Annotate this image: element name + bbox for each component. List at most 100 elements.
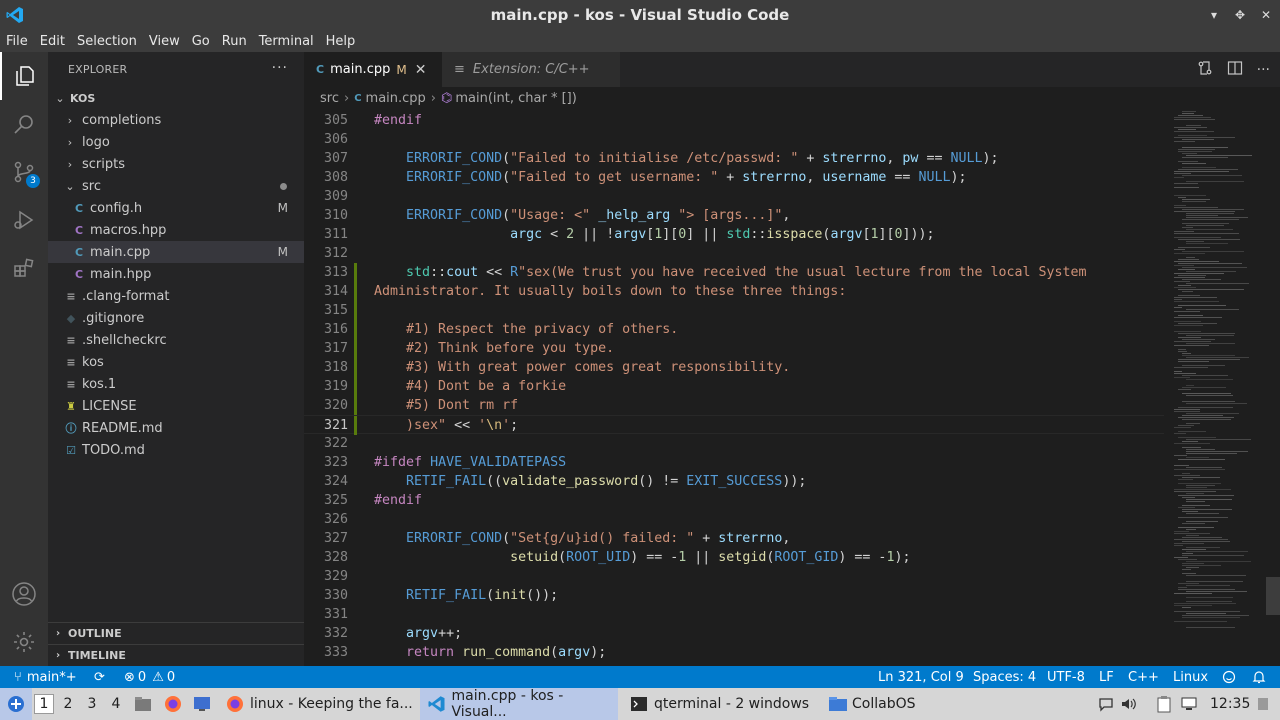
eol-status[interactable]: LF [1099,666,1114,688]
minimap-slider[interactable] [1266,577,1280,615]
tab-extension-cpp[interactable]: ≡ Extension: C/C++ [442,52,620,87]
more-actions-icon[interactable]: ··· [1257,62,1270,78]
more-actions-icon[interactable]: ··· [272,60,288,76]
minimap-line [1182,477,1220,478]
minimap-line [1182,497,1195,498]
git-added-marker [354,301,357,320]
line-number: 306 [323,132,348,147]
tree-item-completions[interactable]: › completions [48,109,304,131]
firefox-icon[interactable] [164,688,184,720]
minimap-line [1174,371,1182,372]
account-icon[interactable] [0,570,48,618]
maximize-icon[interactable]: ✥ [1232,7,1248,23]
breadcrumb-folder[interactable]: src [320,91,339,106]
explorer-icon[interactable] [0,52,48,100]
workspace-1[interactable]: 1 [34,694,54,714]
minimap-line [1174,545,1183,546]
platform-status[interactable]: Linux [1173,666,1208,688]
workspace-3[interactable]: 3 [82,694,102,714]
tree-item-kos[interactable]: ≡ kos [48,351,304,373]
menu-view[interactable]: View [145,34,184,49]
tree-root-kos[interactable]: ⌄ KOS [48,87,304,109]
language-mode[interactable]: C++ [1128,666,1159,688]
minimap-line [1174,183,1198,184]
menu-go[interactable]: Go [188,34,214,49]
tree-item-license[interactable]: ♜ LICENSE [48,395,304,417]
minimap-line [1178,389,1191,390]
tree-item-clang-format[interactable]: ≡ .clang-format [48,285,304,307]
minimap-line [1174,311,1200,312]
minimap-line [1182,365,1225,366]
minimap-line [1174,261,1219,262]
open-changes-icon[interactable] [1197,60,1213,80]
taskbar-window-collabos[interactable]: CollabOS [824,688,944,720]
tree-item-main-hpp[interactable]: C main.hpp [48,263,304,285]
run-debug-icon[interactable] [0,196,48,244]
minimap-line [1186,499,1232,500]
menu-selection[interactable]: Selection [73,34,141,49]
close-icon[interactable]: ✕ [1258,7,1274,23]
tree-item-gitignore[interactable]: ◆ .gitignore [48,307,304,329]
clipboard-icon[interactable] [1156,688,1176,720]
minimap-line [1178,483,1221,484]
minimap-line [1182,473,1190,474]
network-icon[interactable] [1180,688,1200,720]
indentation-status[interactable]: Spaces: 4 [973,666,1036,688]
clock[interactable]: 12:35 [1210,688,1250,720]
minimize-icon[interactable]: ▾ [1206,7,1222,23]
tree-item-src[interactable]: ⌄ src [48,175,304,197]
minimap-line [1178,135,1207,136]
sync-icon[interactable]: ⟳ [94,666,105,688]
git-branch-status[interactable]: ⑂ main*+ [14,666,77,688]
minimap-line [1182,279,1221,280]
vscode-logo-icon[interactable] [0,0,30,30]
tree-item-kos-1[interactable]: ≡ kos.1 [48,373,304,395]
desktop-icon[interactable] [193,688,215,720]
settings-gear-icon[interactable] [0,618,48,666]
tab-main-cpp[interactable]: C main.cpp M ✕ [304,52,442,87]
info-icon: ⓘ [65,422,77,435]
menu-file[interactable]: File [2,34,32,49]
split-editor-icon[interactable] [1227,60,1243,80]
menu-terminal[interactable]: Terminal [255,34,318,49]
close-icon[interactable]: ✕ [415,62,427,78]
file-manager-icon[interactable] [134,688,154,720]
tree-item-shellcheckrc[interactable]: ≡ .shellcheckrc [48,329,304,351]
workspace-2[interactable]: 2 [58,694,78,714]
tree-item-main-cpp[interactable]: C main.cpp M [48,241,304,263]
tree-item-macros-hpp[interactable]: C macros.hpp [48,219,304,241]
source-control-icon[interactable]: 3 [0,148,48,196]
workspace-4[interactable]: 4 [106,694,126,714]
taskbar-window-qterminal[interactable]: qterminal - 2 windows [624,688,814,720]
feedback-icon[interactable] [1222,666,1236,688]
tree-item-todo[interactable]: ☑ TODO.md [48,439,304,461]
encoding-status[interactable]: UTF-8 [1047,666,1085,688]
minimap-line [1174,603,1236,604]
chat-tray-icon[interactable] [1098,688,1118,720]
start-menu-icon[interactable] [0,688,32,720]
tree-item-readme[interactable]: ⓘ README.md [48,417,304,439]
minimap-line [1174,131,1214,132]
breadcrumb-file[interactable]: main.cpp [366,91,426,106]
problems-status[interactable]: ⊗ 0 ⚠ 0 [124,666,175,688]
tree-item-scripts[interactable]: › scripts [48,153,304,175]
cursor-position[interactable]: Ln 321, Col 9 [878,666,964,688]
menu-run[interactable]: Run [218,34,251,49]
timeline-panel-header[interactable]: › TIMELINE [48,644,304,666]
minimap[interactable] [1164,109,1280,666]
minimap-line [1178,589,1235,590]
search-icon[interactable] [0,100,48,148]
code-editor[interactable]: 305 #endif 306 307 ERRORIF_COND("Failed … [304,109,1164,666]
volume-icon[interactable] [1120,688,1140,720]
outline-panel-header[interactable]: › OUTLINE [48,622,304,644]
breadcrumb-symbol[interactable]: main(int, char * []) [455,91,576,106]
tree-item-logo[interactable]: › logo [48,131,304,153]
taskbar-window-vscode[interactable]: main.cpp - kos - Visual... [420,688,618,720]
show-desktop-icon[interactable] [1256,688,1274,720]
menu-help[interactable]: Help [322,34,360,49]
extensions-icon[interactable] [0,244,48,292]
menu-edit[interactable]: Edit [36,34,69,49]
notifications-bell-icon[interactable] [1252,666,1266,688]
tree-item-config-h[interactable]: C config.h M [48,197,304,219]
taskbar-window-firefox[interactable]: linux - Keeping the fa... [220,688,414,720]
